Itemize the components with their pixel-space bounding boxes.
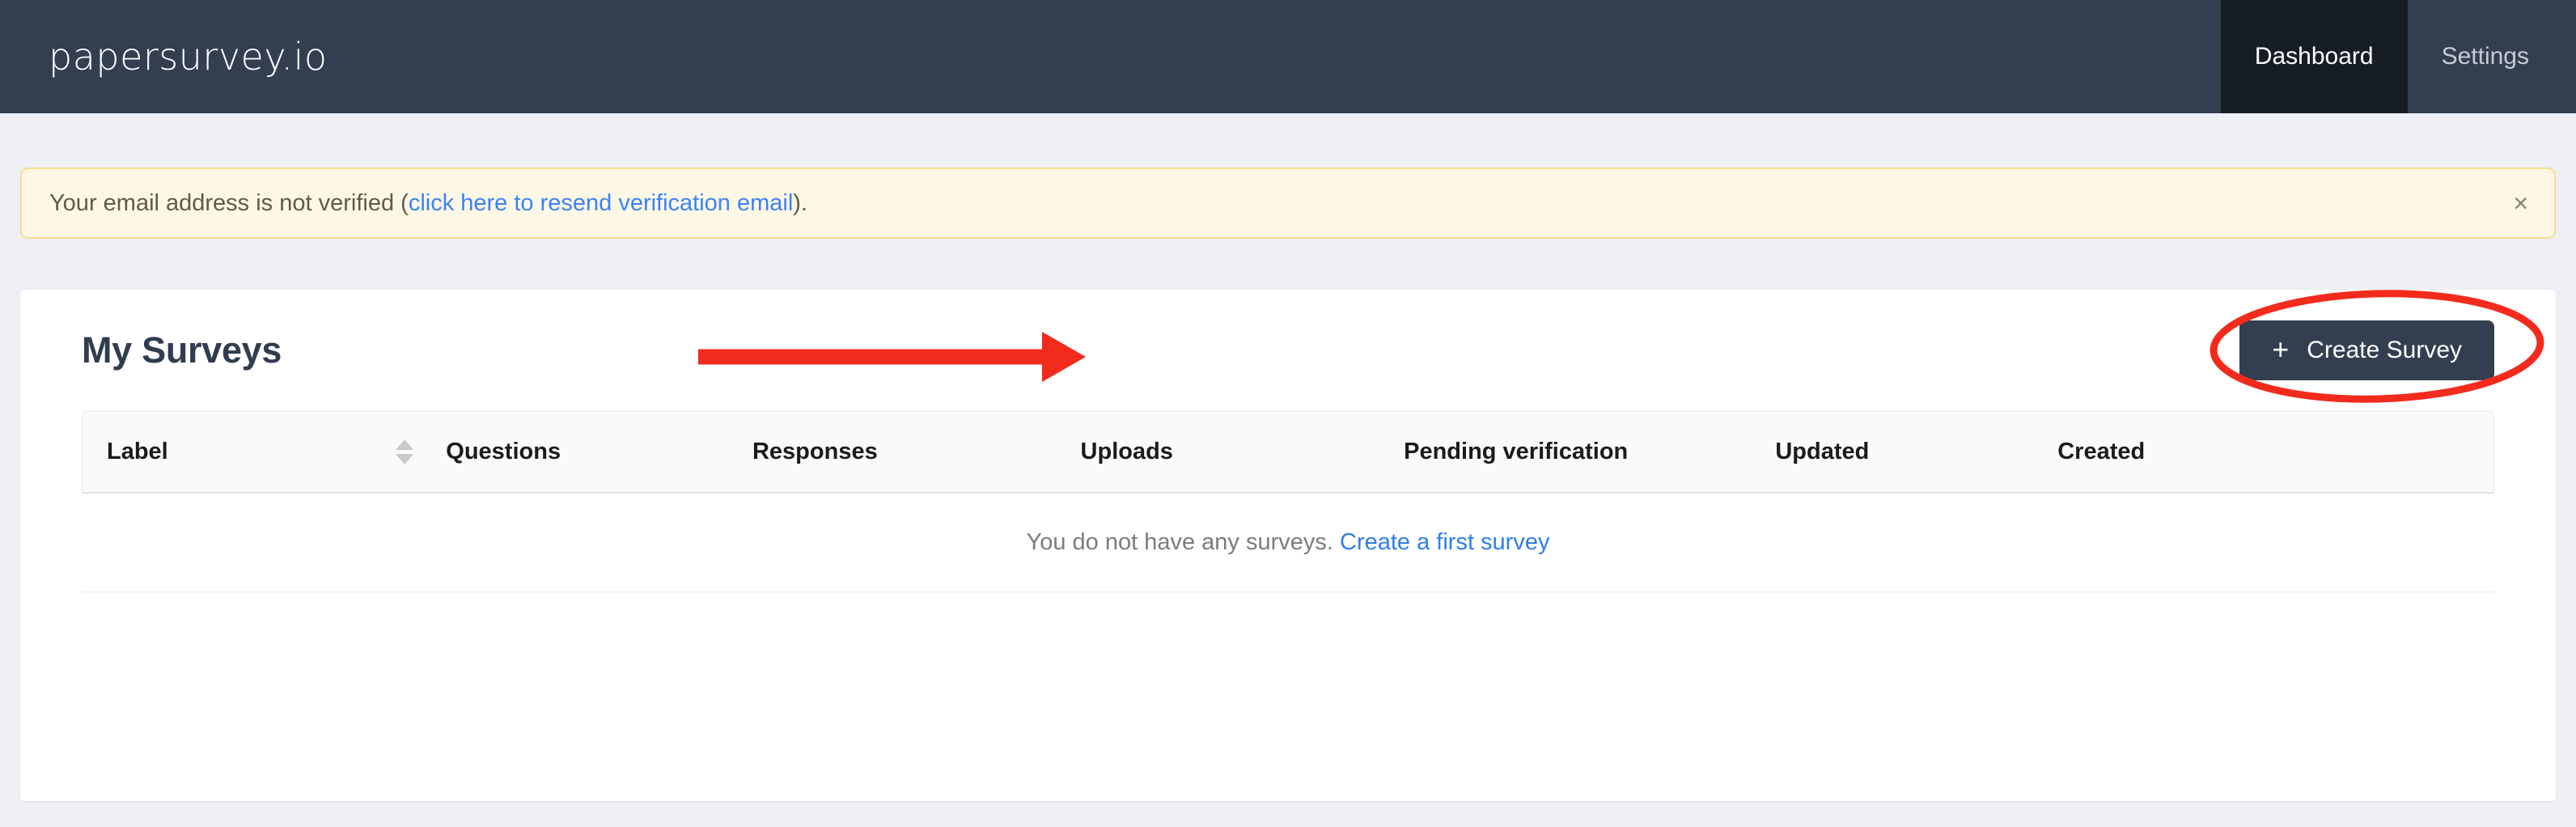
table-header: Label Questions Responses Uploads Pendin…: [82, 411, 2494, 494]
surveys-table-wrapper: Label Questions Responses Uploads Pendin…: [20, 411, 2556, 592]
dashboard-page: papersurvey.io Dashboard Settings Your e…: [0, 0, 2576, 827]
table-header-row: Label Questions Responses Uploads Pendin…: [82, 411, 2494, 494]
create-first-survey-link[interactable]: Create a first survey: [1340, 529, 1549, 555]
create-survey-label: Create Survey: [2307, 337, 2462, 363]
nav-link-dashboard[interactable]: Dashboard: [2220, 0, 2408, 113]
close-icon[interactable]: ×: [2513, 190, 2528, 216]
surveys-card: My Surveys + Create Survey Label Questio…: [20, 290, 2556, 801]
column-header-created[interactable]: Created: [2057, 411, 2494, 494]
surveys-table: Label Questions Responses Uploads Pendin…: [82, 411, 2494, 592]
email-verification-alert: Your email address is not verified (clic…: [20, 168, 2556, 239]
plus-icon: +: [2272, 332, 2290, 366]
table-body: You do not have any surveys. Create a fi…: [82, 494, 2494, 592]
card-header: My Surveys + Create Survey: [20, 290, 2556, 411]
create-survey-button[interactable]: + Create Survey: [2239, 320, 2494, 380]
nav-link-settings[interactable]: Settings: [2408, 0, 2576, 113]
sort-icon[interactable]: [396, 439, 414, 464]
column-header-updated[interactable]: Updated: [1775, 411, 2058, 494]
alert-text-before: Your email address is not verified (: [49, 189, 409, 216]
alert-text-after: ).: [793, 189, 808, 216]
navbar-spacer: [328, 0, 2221, 113]
empty-state-text: You do not have any surveys.: [1026, 529, 1333, 555]
column-header-questions[interactable]: Questions: [446, 411, 752, 494]
column-header-uploads[interactable]: Uploads: [1080, 411, 1405, 494]
empty-state-row: You do not have any surveys. Create a fi…: [82, 494, 2494, 592]
resend-verification-link[interactable]: click here to resend verification email: [409, 190, 793, 216]
page-title: My Surveys: [82, 329, 282, 371]
column-header-responses[interactable]: Responses: [752, 411, 1081, 494]
column-header-pending-verification[interactable]: Pending verification: [1404, 411, 1776, 494]
top-navbar: papersurvey.io Dashboard Settings: [0, 0, 2576, 113]
navbar-links: Dashboard Settings: [2220, 0, 2576, 113]
empty-state-cell: You do not have any surveys. Create a fi…: [82, 494, 2494, 592]
column-label-text: Label: [107, 439, 168, 464]
brand-logo[interactable]: papersurvey.io: [0, 0, 328, 113]
column-header-label[interactable]: Label: [82, 411, 447, 494]
alert-message: Your email address is not verified (clic…: [49, 189, 808, 216]
